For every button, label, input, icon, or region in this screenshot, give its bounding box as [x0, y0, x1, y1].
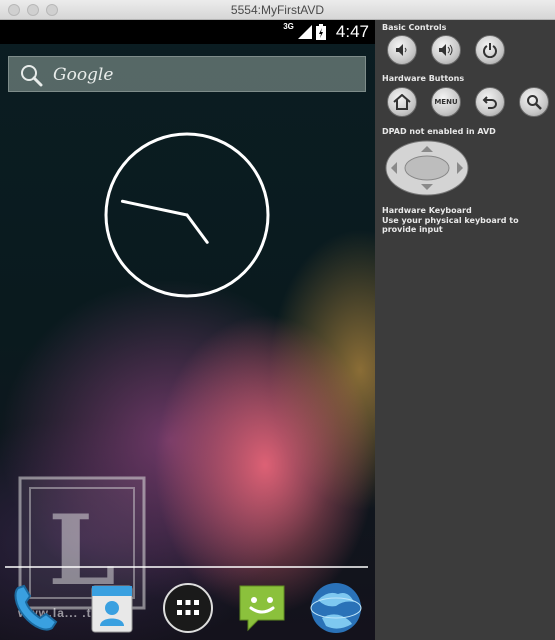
emulator-control-panel: Basic Controls Hardware Buttons MENU DPA… — [375, 20, 555, 640]
volume-down-icon — [396, 44, 407, 56]
phone-app-icon[interactable] — [8, 580, 64, 636]
hardware-buttons-title: Hardware Buttons — [382, 74, 465, 83]
google-search-bar[interactable]: Google — [8, 56, 366, 92]
browser-globe-icon[interactable] — [308, 580, 364, 636]
back-arrow-icon — [482, 96, 497, 109]
keyboard-note: Use your physical keyboard to provide in… — [382, 216, 519, 234]
window-titlebar: 5554:MyFirstAVD — [0, 0, 555, 20]
search-icon — [21, 65, 43, 87]
dock-divider — [5, 566, 368, 568]
window-title: 5554:MyFirstAVD — [230, 3, 325, 17]
menu-button-label: MENU — [434, 98, 458, 106]
volume-up-icon — [439, 44, 453, 56]
emulator-screen[interactable]: 3G 4:47 Google L www.la... .tw — [0, 20, 375, 640]
power-icon — [483, 43, 497, 58]
search-icon — [527, 95, 542, 110]
power-button[interactable] — [475, 35, 505, 65]
basic-controls-title: Basic Controls — [382, 23, 447, 32]
clock-hour-hand — [185, 213, 209, 244]
messaging-app-icon[interactable] — [234, 580, 290, 636]
volume-up-button[interactable] — [431, 35, 461, 65]
search-label: Google — [53, 65, 114, 85]
analog-clock-widget[interactable] — [104, 132, 270, 298]
home-button[interactable] — [387, 87, 417, 117]
contacts-app-icon[interactable] — [84, 580, 140, 636]
home-icon — [393, 94, 411, 110]
battery-icon — [315, 24, 326, 40]
back-button[interactable] — [475, 87, 505, 117]
dpad-control[interactable] — [385, 140, 469, 196]
menu-button[interactable]: MENU — [431, 87, 461, 117]
volume-down-button[interactable] — [387, 35, 417, 65]
signal-icon — [297, 25, 312, 39]
search-hw-button[interactable] — [519, 87, 549, 117]
dpad-note: DPAD not enabled in AVD — [382, 127, 496, 136]
clock-minute-hand — [120, 199, 189, 217]
status-time: 4:47 — [335, 22, 369, 41]
keyboard-title: Hardware Keyboard — [382, 206, 472, 215]
network-type: 3G — [283, 22, 294, 31]
status-bar: 3G 4:47 — [0, 20, 375, 44]
apps-drawer-button[interactable] — [160, 580, 216, 636]
